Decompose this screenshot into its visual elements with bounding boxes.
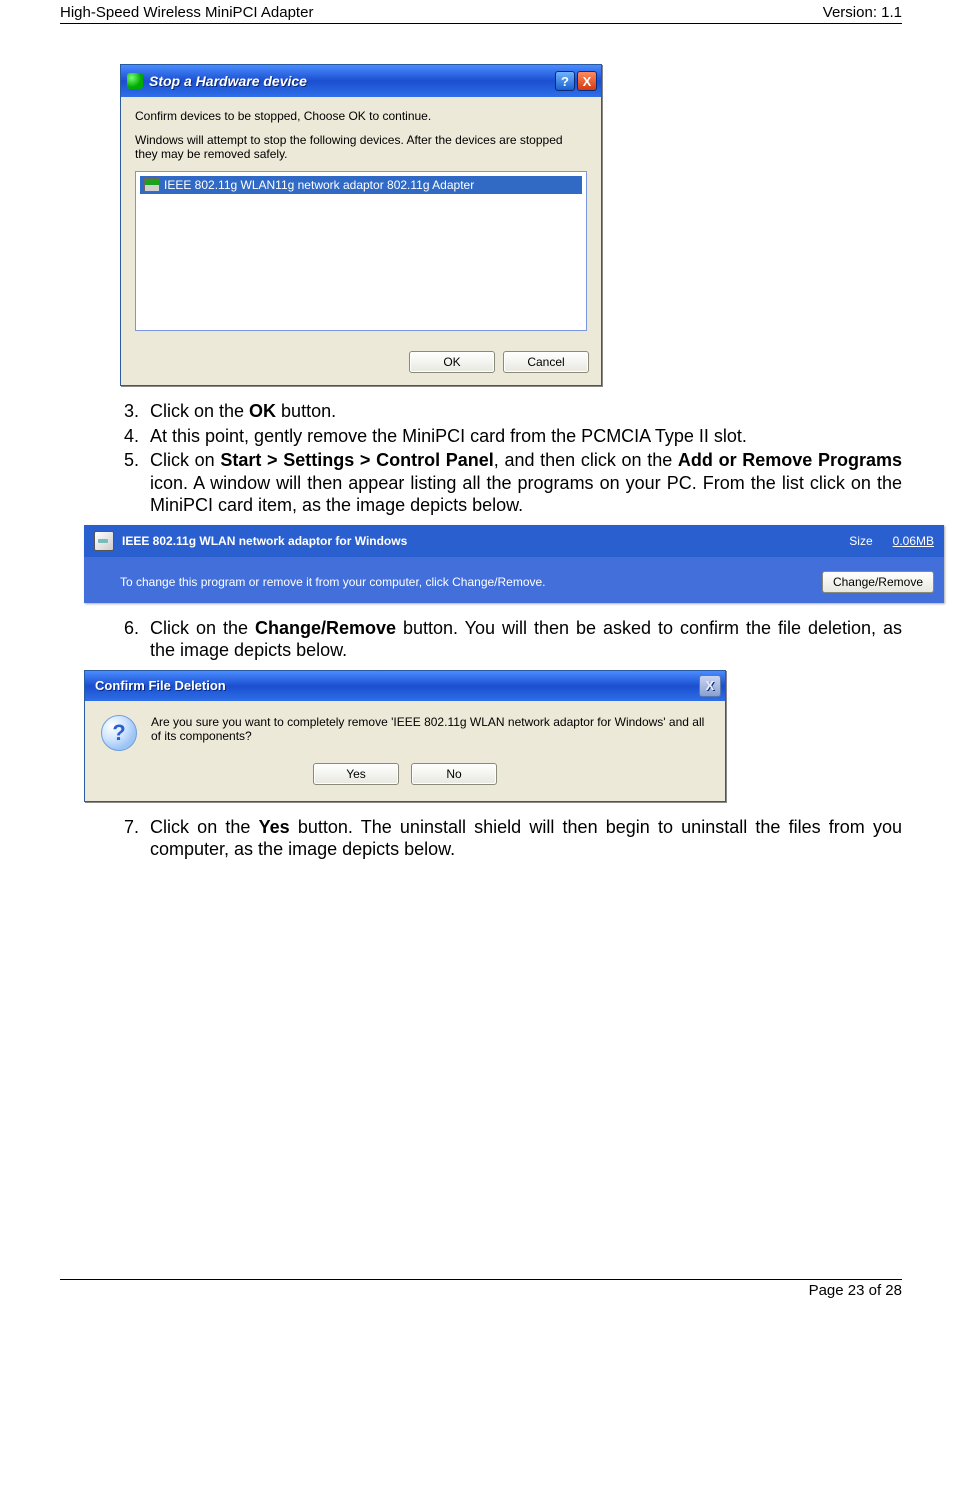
device-name: IEEE 802.11g WLAN11g network adaptor 802… bbox=[164, 178, 474, 192]
change-remove-button[interactable]: Change/Remove bbox=[822, 571, 934, 593]
instruction-list: Click on the Change/Remove button. You w… bbox=[60, 617, 902, 662]
program-icon bbox=[94, 531, 114, 551]
header-rule bbox=[60, 23, 902, 24]
instruction-list: Click on the Yes button. The uninstall s… bbox=[60, 816, 902, 861]
step-3: Click on the OK button. bbox=[144, 400, 902, 423]
dialog-title: Stop a Hardware device bbox=[149, 73, 553, 89]
ok-button[interactable]: OK bbox=[409, 351, 495, 373]
size-value[interactable]: 0.06MB bbox=[893, 534, 934, 548]
step-bold: Yes bbox=[259, 817, 290, 837]
step-bold: Change/Remove bbox=[255, 618, 396, 638]
step-5: Click on Start > Settings > Control Pane… bbox=[144, 449, 902, 517]
size-label: Size bbox=[849, 534, 872, 548]
network-adapter-icon bbox=[144, 178, 160, 192]
step-text: , and then click on the bbox=[494, 450, 678, 470]
device-list[interactable]: IEEE 802.11g WLAN11g network adaptor 802… bbox=[135, 171, 587, 331]
stop-hardware-dialog: Stop a Hardware device ? X Confirm devic… bbox=[120, 64, 602, 386]
step-bold: OK bbox=[249, 401, 276, 421]
header-left: High-Speed Wireless MiniPCI Adapter bbox=[60, 4, 313, 21]
step-text: Click on the bbox=[150, 618, 255, 638]
cancel-button[interactable]: Cancel bbox=[503, 351, 589, 373]
step-text: Click on bbox=[150, 450, 220, 470]
page-footer: Page 23 of 28 bbox=[60, 1282, 902, 1309]
step-text: icon. A window will then appear listing … bbox=[150, 473, 902, 516]
question-icon: ? bbox=[101, 715, 137, 751]
dialog-titlebar: Stop a Hardware device ? X bbox=[121, 65, 601, 97]
dialog-message: Are you sure you want to completely remo… bbox=[151, 715, 709, 743]
yes-button[interactable]: Yes bbox=[313, 763, 399, 785]
program-name: IEEE 802.11g WLAN network adaptor for Wi… bbox=[122, 534, 849, 548]
no-button[interactable]: No bbox=[411, 763, 497, 785]
step-bold: Start > Settings > Control Panel bbox=[220, 450, 493, 470]
add-remove-programs-entry[interactable]: IEEE 802.11g WLAN network adaptor for Wi… bbox=[84, 525, 944, 603]
dialog-title: Confirm File Deletion bbox=[95, 678, 226, 693]
step-text: Click on the bbox=[150, 401, 249, 421]
program-description: To change this program or remove it from… bbox=[120, 575, 810, 589]
confirm-deletion-dialog: Confirm File Deletion X ? Are you sure y… bbox=[84, 670, 726, 802]
help-button[interactable]: ? bbox=[555, 71, 575, 91]
step-6: Click on the Change/Remove button. You w… bbox=[144, 617, 902, 662]
close-button-disabled: X bbox=[699, 675, 721, 697]
step-text: Click on the bbox=[150, 817, 259, 837]
footer-rule bbox=[60, 1279, 902, 1280]
dialog-text-2: Windows will attempt to stop the followi… bbox=[135, 133, 587, 161]
dialog-titlebar: Confirm File Deletion X bbox=[85, 671, 725, 701]
step-7: Click on the Yes button. The uninstall s… bbox=[144, 816, 902, 861]
step-4: At this point, gently remove the MiniPCI… bbox=[144, 425, 902, 448]
header-right: Version: 1.1 bbox=[823, 4, 902, 21]
device-list-item[interactable]: IEEE 802.11g WLAN11g network adaptor 802… bbox=[140, 176, 582, 194]
close-button[interactable]: X bbox=[577, 71, 597, 91]
instruction-list: Click on the OK button. At this point, g… bbox=[60, 400, 902, 517]
step-text: button. bbox=[276, 401, 336, 421]
step-bold: Add or Remove Programs bbox=[678, 450, 902, 470]
dialog-text-1: Confirm devices to be stopped, Choose OK… bbox=[135, 109, 587, 123]
eject-icon bbox=[127, 73, 143, 89]
